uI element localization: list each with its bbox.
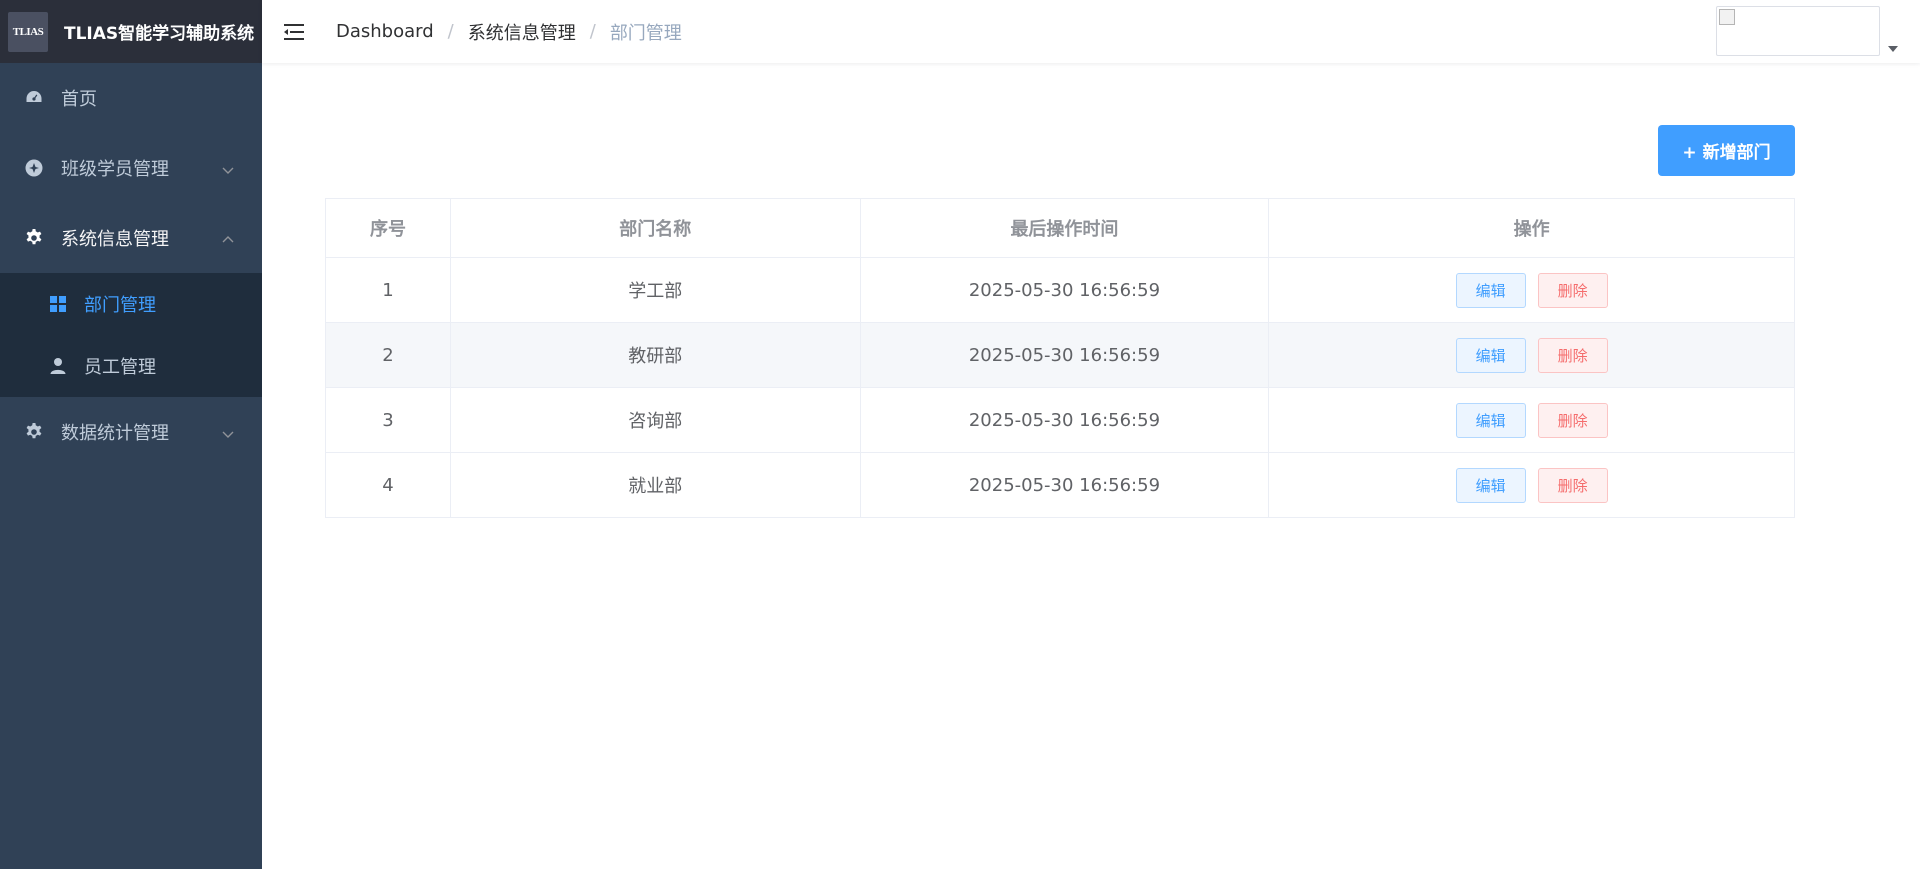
- breadcrumb-item-system-info[interactable]: 系统信息管理: [468, 19, 576, 45]
- delete-button[interactable]: 删除: [1537, 467, 1608, 503]
- gear-icon: [24, 422, 44, 442]
- cell-updated: 2025-05-30 16:56:59: [859, 322, 1270, 388]
- cell-index: 4: [325, 452, 451, 518]
- breadcrumb-separator: /: [447, 21, 454, 42]
- delete-button[interactable]: 删除: [1537, 272, 1608, 308]
- class-icon: [24, 158, 44, 178]
- chevron-down-icon: [221, 161, 235, 175]
- avatar[interactable]: [1716, 6, 1880, 56]
- cell-index: 3: [325, 387, 451, 453]
- breadcrumb-item-dashboard[interactable]: Dashboard: [336, 21, 434, 42]
- delete-button[interactable]: 删除: [1537, 337, 1608, 373]
- broken-image-icon: [1719, 9, 1735, 25]
- cell-updated: 2025-05-30 16:56:59: [859, 257, 1270, 323]
- submenu-system-info: 部门管理 员工管理: [0, 273, 262, 397]
- sidebar-item-department[interactable]: 部门管理: [0, 273, 262, 335]
- department-table: 序号 部门名称 最后操作时间 操作 1 学工部 2025-05-30 16:56…: [325, 198, 1795, 518]
- breadcrumb: Dashboard / 系统信息管理 / 部门管理: [336, 19, 682, 45]
- sidebar-item-data-stats[interactable]: 数据统计管理: [0, 397, 262, 467]
- edit-button[interactable]: 编辑: [1455, 272, 1526, 308]
- main-content: + 新增部门 序号 部门名称 最后操作时间 操作 1 学工部 2025-05-3…: [262, 63, 1920, 869]
- sidebar-item-label: 数据统计管理: [61, 423, 169, 444]
- sidebar-item-label: 系统信息管理: [61, 229, 169, 250]
- app-title: TLIAS智能学习辅助系统: [64, 24, 255, 44]
- cell-name: 学工部: [449, 257, 861, 323]
- table-header-row: 序号 部门名称 最后操作时间 操作: [325, 198, 1795, 258]
- gear-icon: [24, 228, 44, 248]
- table-row: 3 咨询部 2025-05-30 16:56:59 编辑 删除: [325, 387, 1795, 453]
- cell-index: 1: [325, 257, 451, 323]
- grid-icon: [48, 294, 68, 314]
- breadcrumb-item-current: 部门管理: [609, 22, 682, 44]
- sidebar-menu: 首页 班级学员管理 系统信息管理 部门管理 员工管理 数据统计管理: [0, 63, 262, 467]
- logo-bar: TLIAS TLIAS智能学习辅助系统: [0, 0, 262, 63]
- cell-actions: 编辑 删除: [1268, 322, 1795, 388]
- user-icon: [48, 356, 68, 376]
- sidebar-item-label: 员工管理: [84, 357, 156, 378]
- chevron-down-icon: [221, 425, 235, 439]
- caret-down-icon[interactable]: [1888, 46, 1898, 52]
- cell-index: 2: [325, 322, 451, 388]
- add-department-button[interactable]: + 新增部门: [1658, 125, 1795, 176]
- table-row: 2 教研部 2025-05-30 16:56:59 编辑 删除: [325, 322, 1795, 388]
- cell-name: 教研部: [449, 322, 861, 388]
- hamburger-icon[interactable]: [282, 20, 306, 44]
- breadcrumb-separator: /: [589, 21, 596, 42]
- top-navbar: Dashboard / 系统信息管理 / 部门管理: [262, 0, 1920, 63]
- sidebar: TLIAS TLIAS智能学习辅助系统 首页 班级学员管理 系统信息管理 部门管…: [0, 0, 262, 869]
- delete-button[interactable]: 删除: [1537, 402, 1608, 438]
- column-header-index: 序号: [325, 198, 451, 258]
- cell-actions: 编辑 删除: [1268, 387, 1795, 453]
- cell-updated: 2025-05-30 16:56:59: [859, 387, 1270, 453]
- cell-name: 咨询部: [449, 387, 861, 453]
- dashboard-icon: [24, 88, 44, 108]
- cell-actions: 编辑 删除: [1268, 257, 1795, 323]
- chevron-up-icon: [221, 231, 235, 245]
- table-row: 1 学工部 2025-05-30 16:56:59 编辑 删除: [325, 257, 1795, 323]
- edit-button[interactable]: 编辑: [1455, 337, 1526, 373]
- cell-actions: 编辑 删除: [1268, 452, 1795, 518]
- sidebar-item-employee[interactable]: 员工管理: [0, 335, 262, 397]
- column-header-actions: 操作: [1268, 198, 1795, 258]
- edit-button[interactable]: 编辑: [1455, 402, 1526, 438]
- sidebar-item-home[interactable]: 首页: [0, 63, 262, 133]
- cell-name: 就业部: [449, 452, 861, 518]
- sidebar-item-label: 部门管理: [84, 295, 156, 316]
- sidebar-item-class-students[interactable]: 班级学员管理: [0, 133, 262, 203]
- column-header-name: 部门名称: [449, 198, 861, 258]
- table-row: 4 就业部 2025-05-30 16:56:59 编辑 删除: [325, 452, 1795, 518]
- column-header-updated: 最后操作时间: [859, 198, 1270, 258]
- sidebar-item-label: 班级学员管理: [61, 159, 169, 180]
- user-dropdown[interactable]: [1716, 6, 1898, 56]
- sidebar-item-label: 首页: [61, 89, 97, 110]
- logo: TLIAS: [8, 11, 48, 52]
- edit-button[interactable]: 编辑: [1455, 467, 1526, 503]
- cell-updated: 2025-05-30 16:56:59: [859, 452, 1270, 518]
- sidebar-item-system-info[interactable]: 系统信息管理: [0, 203, 262, 273]
